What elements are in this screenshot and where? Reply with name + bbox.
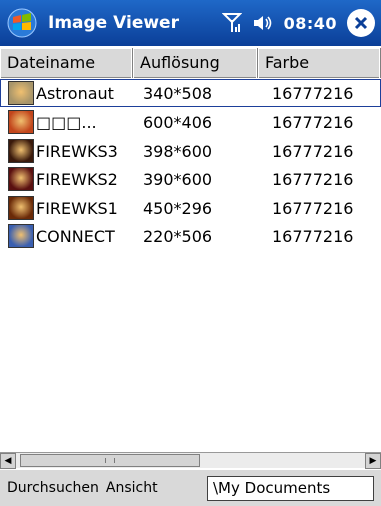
scroll-left-button[interactable]: ◀	[0, 453, 16, 469]
menu-view[interactable]: Ansicht	[99, 480, 158, 496]
scroll-thumb[interactable]	[20, 454, 200, 467]
list-item[interactable]: FIREWKS1 450*296 16777216	[0, 194, 381, 222]
file-color-depth: 16777216	[272, 169, 354, 189]
horizontal-scrollbar[interactable]: ◀ ▶	[0, 452, 381, 469]
file-name: CONNECT	[36, 226, 115, 246]
image-thumbnail-icon	[8, 167, 34, 191]
menu-browse[interactable]: Durchsuchen	[0, 480, 99, 496]
list-item[interactable]: FIREWKS2 390*600 16777216	[0, 165, 381, 193]
file-color-depth: 16777216	[272, 226, 354, 246]
image-thumbnail-icon	[8, 81, 34, 105]
close-button[interactable]	[347, 9, 375, 37]
list-item[interactable]: FIREWKS3 398*600 16777216	[0, 137, 381, 165]
column-header-resolution[interactable]: Auflösung	[133, 48, 258, 78]
file-name: FIREWKS3	[36, 141, 118, 161]
antenna-signal-icon[interactable]	[221, 12, 242, 34]
clock[interactable]: 08:40	[284, 14, 337, 33]
file-name: FIREWKS1	[36, 198, 118, 218]
arrow-left-icon: ◀	[4, 456, 12, 466]
column-header-color[interactable]: Farbe	[258, 48, 381, 78]
file-resolution: 220*506	[143, 226, 213, 246]
arrow-right-icon: ▶	[369, 456, 377, 466]
system-tray: 08:40	[221, 9, 381, 37]
start-button[interactable]	[0, 0, 44, 46]
image-thumbnail-icon	[8, 139, 34, 163]
image-thumbnail-icon	[8, 110, 34, 134]
file-color-depth: 16777216	[272, 198, 354, 218]
speaker-icon[interactable]	[252, 13, 274, 33]
image-thumbnail-icon	[8, 196, 34, 220]
title-bar: Image Viewer 08:40	[0, 0, 381, 46]
scroll-right-button[interactable]: ▶	[365, 453, 381, 469]
close-icon	[354, 16, 368, 30]
file-color-depth: 16777216	[272, 112, 354, 132]
file-list[interactable]: Astronaut 340*508 16777216 □□□... 600*40…	[0, 79, 381, 451]
scroll-track[interactable]	[16, 453, 365, 468]
file-resolution: 600*406	[143, 112, 213, 132]
file-color-depth: 16777216	[272, 83, 354, 103]
file-name: FIREWKS2	[36, 169, 118, 189]
list-header: Dateiname Auflösung Farbe	[0, 48, 381, 78]
file-resolution: 398*600	[143, 141, 213, 161]
image-thumbnail-icon	[8, 224, 34, 248]
file-resolution: 450*296	[143, 198, 213, 218]
list-item[interactable]: CONNECT 220*506 16777216	[0, 222, 381, 250]
list-item[interactable]: Astronaut 340*508 16777216	[0, 79, 381, 107]
windows-flag-icon	[7, 8, 37, 38]
column-header-filename[interactable]: Dateiname	[0, 48, 133, 78]
path-field[interactable]: \My Documents	[207, 476, 374, 501]
list-item[interactable]: □□□... 600*406 16777216	[0, 108, 381, 136]
file-resolution: 340*508	[143, 83, 213, 103]
file-name: □□□...	[36, 112, 97, 132]
file-color-depth: 16777216	[272, 141, 354, 161]
file-resolution: 390*600	[143, 169, 213, 189]
file-name: Astronaut	[36, 83, 114, 103]
window-title: Image Viewer	[48, 13, 179, 33]
